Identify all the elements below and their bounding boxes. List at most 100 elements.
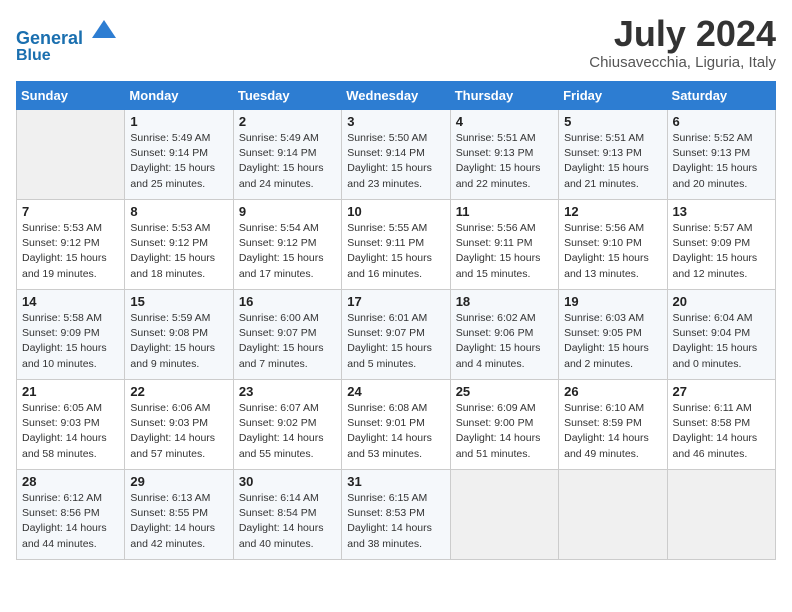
day-number: 27 (673, 384, 770, 399)
calendar-cell: 5Sunrise: 5:51 AM Sunset: 9:13 PM Daylig… (559, 110, 667, 200)
day-number: 8 (130, 204, 227, 219)
calendar-header: SundayMondayTuesdayWednesdayThursdayFrid… (17, 82, 776, 110)
day-number: 31 (347, 474, 444, 489)
weekday-friday: Friday (559, 82, 667, 110)
calendar-week-2: 7 Sunrise: 5:53 AM Sunset: 9:12 PM Daylig… (17, 200, 776, 290)
day-number: 14 (22, 294, 119, 309)
day-info: Sunrise: 5:49 AM Sunset: 9:14 PM Dayligh… (239, 131, 336, 192)
calendar-week-1: 1 Sunrise: 5:49 AM Sunset: 9:14 PM Daylig… (17, 110, 776, 200)
calendar-cell: 14 Sunrise: 5:58 AM Sunset: 9:09 PM Dayli… (17, 290, 125, 380)
day-info: Sunrise: 6:08 AM Sunset: 9:01 PM Dayligh… (347, 401, 444, 462)
day-info: Sunrise: 5:57 AM Sunset: 9:09 PM Dayligh… (673, 221, 770, 282)
weekday-tuesday: Tuesday (233, 82, 341, 110)
day-number: 24 (347, 384, 444, 399)
day-info: Sunrise: 5:52 AM Sunset: 9:13 PM Dayligh… (673, 131, 770, 192)
day-number: 3 (347, 114, 444, 129)
day-number: 15 (130, 294, 227, 309)
day-number: 6 (673, 114, 770, 129)
day-info: Sunrise: 5:55 AM Sunset: 9:11 PM Dayligh… (347, 221, 444, 282)
day-info: Sunrise: 6:11 AM Sunset: 8:58 PM Dayligh… (673, 401, 770, 462)
day-info: Sunrise: 6:15 AM Sunset: 8:53 PM Dayligh… (347, 491, 444, 552)
day-info: Sunrise: 5:56 AM Sunset: 9:10 PM Dayligh… (564, 221, 661, 282)
calendar-week-4: 21 Sunrise: 6:05 AM Sunset: 9:03 PM Dayli… (17, 380, 776, 470)
day-number: 11 (456, 204, 553, 219)
day-number: 18 (456, 294, 553, 309)
calendar-cell: 31 Sunrise: 6:15 AM Sunset: 8:53 PM Dayli… (342, 470, 450, 560)
calendar-cell: 19 Sunrise: 6:03 AM Sunset: 9:05 PM Dayli… (559, 290, 667, 380)
day-number: 19 (564, 294, 661, 309)
calendar-cell: 8 Sunrise: 5:53 AM Sunset: 9:12 PM Daylig… (125, 200, 233, 290)
day-number: 13 (673, 204, 770, 219)
calendar-cell: 16 Sunrise: 6:00 AM Sunset: 9:07 PM Dayli… (233, 290, 341, 380)
day-info: Sunrise: 6:02 AM Sunset: 9:06 PM Dayligh… (456, 311, 553, 372)
logo-general: General (16, 28, 83, 48)
day-number: 2 (239, 114, 336, 129)
day-info: Sunrise: 6:00 AM Sunset: 9:07 PM Dayligh… (239, 311, 336, 372)
calendar-cell: 27 Sunrise: 6:11 AM Sunset: 8:58 PM Dayli… (667, 380, 775, 470)
day-info: Sunrise: 6:12 AM Sunset: 8:56 PM Dayligh… (22, 491, 119, 552)
day-number: 9 (239, 204, 336, 219)
day-info: Sunrise: 6:03 AM Sunset: 9:05 PM Dayligh… (564, 311, 661, 372)
weekday-saturday: Saturday (667, 82, 775, 110)
weekday-sunday: Sunday (17, 82, 125, 110)
calendar-cell: 9 Sunrise: 5:54 AM Sunset: 9:12 PM Daylig… (233, 200, 341, 290)
calendar-cell: 18 Sunrise: 6:02 AM Sunset: 9:06 PM Dayli… (450, 290, 558, 380)
day-info: Sunrise: 5:50 AM Sunset: 9:14 PM Dayligh… (347, 131, 444, 192)
day-number: 7 (22, 204, 119, 219)
day-info: Sunrise: 6:06 AM Sunset: 9:03 PM Dayligh… (130, 401, 227, 462)
day-number: 21 (22, 384, 119, 399)
calendar-week-5: 28 Sunrise: 6:12 AM Sunset: 8:56 PM Dayli… (17, 470, 776, 560)
weekday-thursday: Thursday (450, 82, 558, 110)
day-number: 1 (130, 114, 227, 129)
calendar-cell: 21 Sunrise: 6:05 AM Sunset: 9:03 PM Dayli… (17, 380, 125, 470)
day-number: 10 (347, 204, 444, 219)
calendar-cell: 10 Sunrise: 5:55 AM Sunset: 9:11 PM Dayli… (342, 200, 450, 290)
calendar-cell: 22 Sunrise: 6:06 AM Sunset: 9:03 PM Dayli… (125, 380, 233, 470)
calendar-cell: 13 Sunrise: 5:57 AM Sunset: 9:09 PM Dayli… (667, 200, 775, 290)
logo: General Blue (16, 16, 118, 64)
day-number: 16 (239, 294, 336, 309)
day-info: Sunrise: 5:51 AM Sunset: 9:13 PM Dayligh… (456, 131, 553, 192)
title-block: July 2024 Chiusavecchia, Liguria, Italy (589, 16, 776, 71)
calendar-cell: 23Sunrise: 6:07 AM Sunset: 9:02 PM Dayli… (233, 380, 341, 470)
day-info: Sunrise: 6:05 AM Sunset: 9:03 PM Dayligh… (22, 401, 119, 462)
calendar-cell: 28 Sunrise: 6:12 AM Sunset: 8:56 PM Dayli… (17, 470, 125, 560)
day-info: Sunrise: 5:54 AM Sunset: 9:12 PM Dayligh… (239, 221, 336, 282)
calendar-cell: 2 Sunrise: 5:49 AM Sunset: 9:14 PM Daylig… (233, 110, 341, 200)
calendar-table: SundayMondayTuesdayWednesdayThursdayFrid… (16, 81, 776, 560)
day-number: 20 (673, 294, 770, 309)
day-number: 22 (130, 384, 227, 399)
day-number: 26 (564, 384, 661, 399)
day-info: Sunrise: 5:58 AM Sunset: 9:09 PM Dayligh… (22, 311, 119, 372)
day-info: Sunrise: 5:53 AM Sunset: 9:12 PM Dayligh… (130, 221, 227, 282)
day-number: 29 (130, 474, 227, 489)
calendar-cell: 26 Sunrise: 6:10 AM Sunset: 8:59 PM Dayli… (559, 380, 667, 470)
day-number: 4 (456, 114, 553, 129)
calendar-cell: 30Sunrise: 6:14 AM Sunset: 8:54 PM Dayli… (233, 470, 341, 560)
logo-icon (90, 16, 118, 44)
calendar-cell: 7Sunrise: 5:53 AM Sunset: 9:12 PM Daylig… (17, 200, 125, 290)
day-number: 28 (22, 474, 119, 489)
day-number: 25 (456, 384, 553, 399)
calendar-cell: 24 Sunrise: 6:08 AM Sunset: 9:01 PM Dayli… (342, 380, 450, 470)
calendar-cell: 6 Sunrise: 5:52 AM Sunset: 9:13 PM Daylig… (667, 110, 775, 200)
calendar-cell: 12 Sunrise: 5:56 AM Sunset: 9:10 PM Dayli… (559, 200, 667, 290)
calendar-cell (559, 470, 667, 560)
page-header: General Blue July 2024 Chiusavecchia, Li… (16, 16, 776, 71)
calendar-body: 1 Sunrise: 5:49 AM Sunset: 9:14 PM Daylig… (17, 110, 776, 560)
day-number: 12 (564, 204, 661, 219)
calendar-cell: 3 Sunrise: 5:50 AM Sunset: 9:14 PM Daylig… (342, 110, 450, 200)
calendar-cell: 29Sunrise: 6:13 AM Sunset: 8:55 PM Dayli… (125, 470, 233, 560)
calendar-cell: 25 Sunrise: 6:09 AM Sunset: 9:00 PM Dayli… (450, 380, 558, 470)
calendar-week-3: 14 Sunrise: 5:58 AM Sunset: 9:09 PM Dayli… (17, 290, 776, 380)
day-number: 5 (564, 114, 661, 129)
calendar-cell: 17Sunrise: 6:01 AM Sunset: 9:07 PM Dayli… (342, 290, 450, 380)
day-number: 30 (239, 474, 336, 489)
calendar-cell: 15Sunrise: 5:59 AM Sunset: 9:08 PM Dayli… (125, 290, 233, 380)
calendar-cell: 11Sunrise: 5:56 AM Sunset: 9:11 PM Dayli… (450, 200, 558, 290)
month-title: July 2024 (589, 16, 776, 52)
day-info: Sunrise: 6:10 AM Sunset: 8:59 PM Dayligh… (564, 401, 661, 462)
location-title: Chiusavecchia, Liguria, Italy (589, 54, 776, 71)
day-info: Sunrise: 6:09 AM Sunset: 9:00 PM Dayligh… (456, 401, 553, 462)
day-info: Sunrise: 6:07 AM Sunset: 9:02 PM Dayligh… (239, 401, 336, 462)
